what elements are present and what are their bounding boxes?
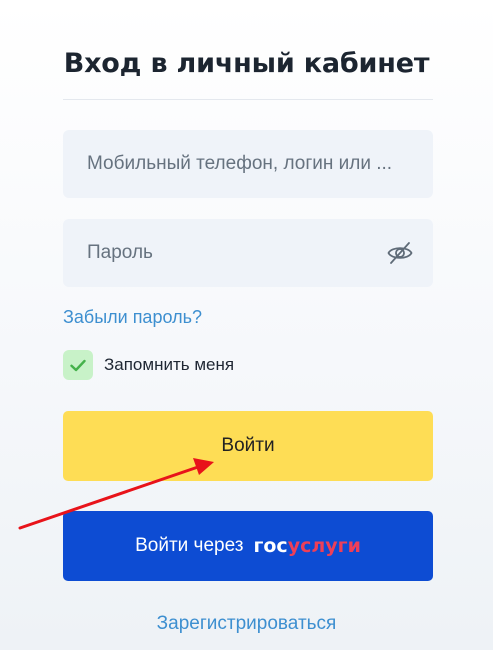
- divider: [63, 99, 433, 100]
- register-link[interactable]: Зарегистрироваться: [0, 613, 493, 635]
- login-field[interactable]: [63, 130, 433, 198]
- gosuslugi-login-button[interactable]: Войти через госуслуги: [63, 511, 433, 581]
- forgot-password-link[interactable]: Забыли пароль?: [63, 307, 202, 328]
- password-input[interactable]: [85, 241, 411, 265]
- gosuslugi-logo-part1: гос: [253, 535, 288, 557]
- login-input[interactable]: [85, 152, 411, 176]
- gosuslugi-button-label: Войти через: [135, 535, 244, 556]
- remember-me[interactable]: Запомнить меня: [63, 350, 234, 380]
- remember-checkbox[interactable]: [63, 350, 93, 380]
- remember-label: Запомнить меня: [104, 355, 235, 374]
- page-title: Вход в личный кабинет: [63, 48, 430, 80]
- gosuslugi-logo: госуслуги: [253, 535, 360, 557]
- login-button[interactable]: Войти: [63, 411, 433, 481]
- check-icon: [70, 359, 86, 371]
- eye-slash-icon[interactable]: [387, 241, 413, 265]
- login-button-label: Войти: [221, 435, 275, 456]
- gosuslugi-logo-part2: услуги: [287, 535, 361, 557]
- password-field[interactable]: [63, 219, 433, 287]
